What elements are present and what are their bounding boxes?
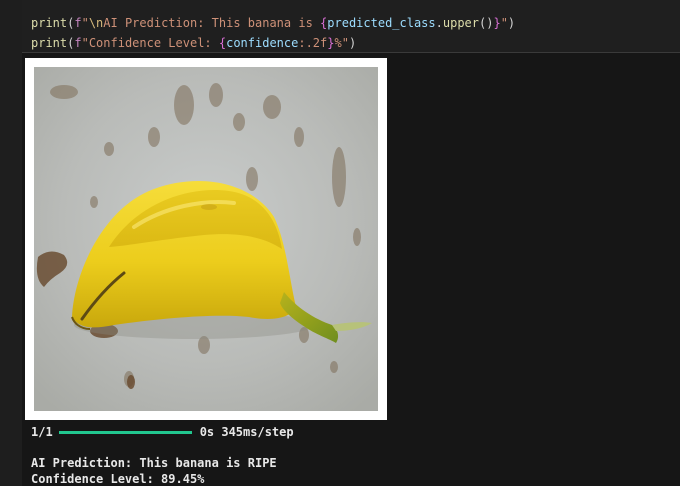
banana-photo <box>34 67 378 411</box>
code-token: " <box>500 16 508 30</box>
code-token: f <box>74 16 82 30</box>
code-line-1: print(f"\nAI Prediction: This banana is … <box>31 13 680 33</box>
code-token: () <box>479 16 494 30</box>
confidence-text: Confidence Level: 89.45% <box>31 472 205 486</box>
editor-gutter <box>0 0 22 486</box>
progress-timing: 0s 345ms/step <box>199 425 294 439</box>
prediction-text: AI Prediction: This banana is RIPE <box>31 456 277 470</box>
code-token: ) <box>348 36 357 50</box>
code-token: \n <box>88 16 104 30</box>
code-token: f <box>74 36 82 50</box>
code-token: " <box>81 16 89 30</box>
code-token: } <box>493 16 501 30</box>
code-token: print <box>31 36 68 50</box>
code-token: predicted_class <box>327 16 436 30</box>
code-token: Confidence Level: <box>88 36 219 50</box>
code-token: AI Prediction: This banana is <box>103 16 321 30</box>
code-token: ) <box>507 16 516 30</box>
code-cell[interactable]: print(f"\nAI Prediction: This banana is … <box>22 0 680 53</box>
code-line-2: print(f"Confidence Level: {confidence:.2… <box>31 33 680 53</box>
code-token: %" <box>334 36 349 50</box>
code-token: :.2f <box>298 36 328 50</box>
progress-bar <box>58 430 192 434</box>
code-token: " <box>81 36 89 50</box>
banana-image <box>25 58 387 420</box>
code-token: print <box>31 16 68 30</box>
progress-steps: 1/1 <box>31 425 53 439</box>
code-token: confidence <box>226 36 299 50</box>
progress-bar-fill <box>58 430 192 434</box>
code-token: } <box>327 36 335 50</box>
code-token: . <box>435 16 443 30</box>
cell-output: 1/1 0s 345ms/step AI Prediction: This ba… <box>22 53 680 486</box>
code-token: upper <box>442 16 479 30</box>
progress-row: 1/1 0s 345ms/step <box>31 423 294 441</box>
